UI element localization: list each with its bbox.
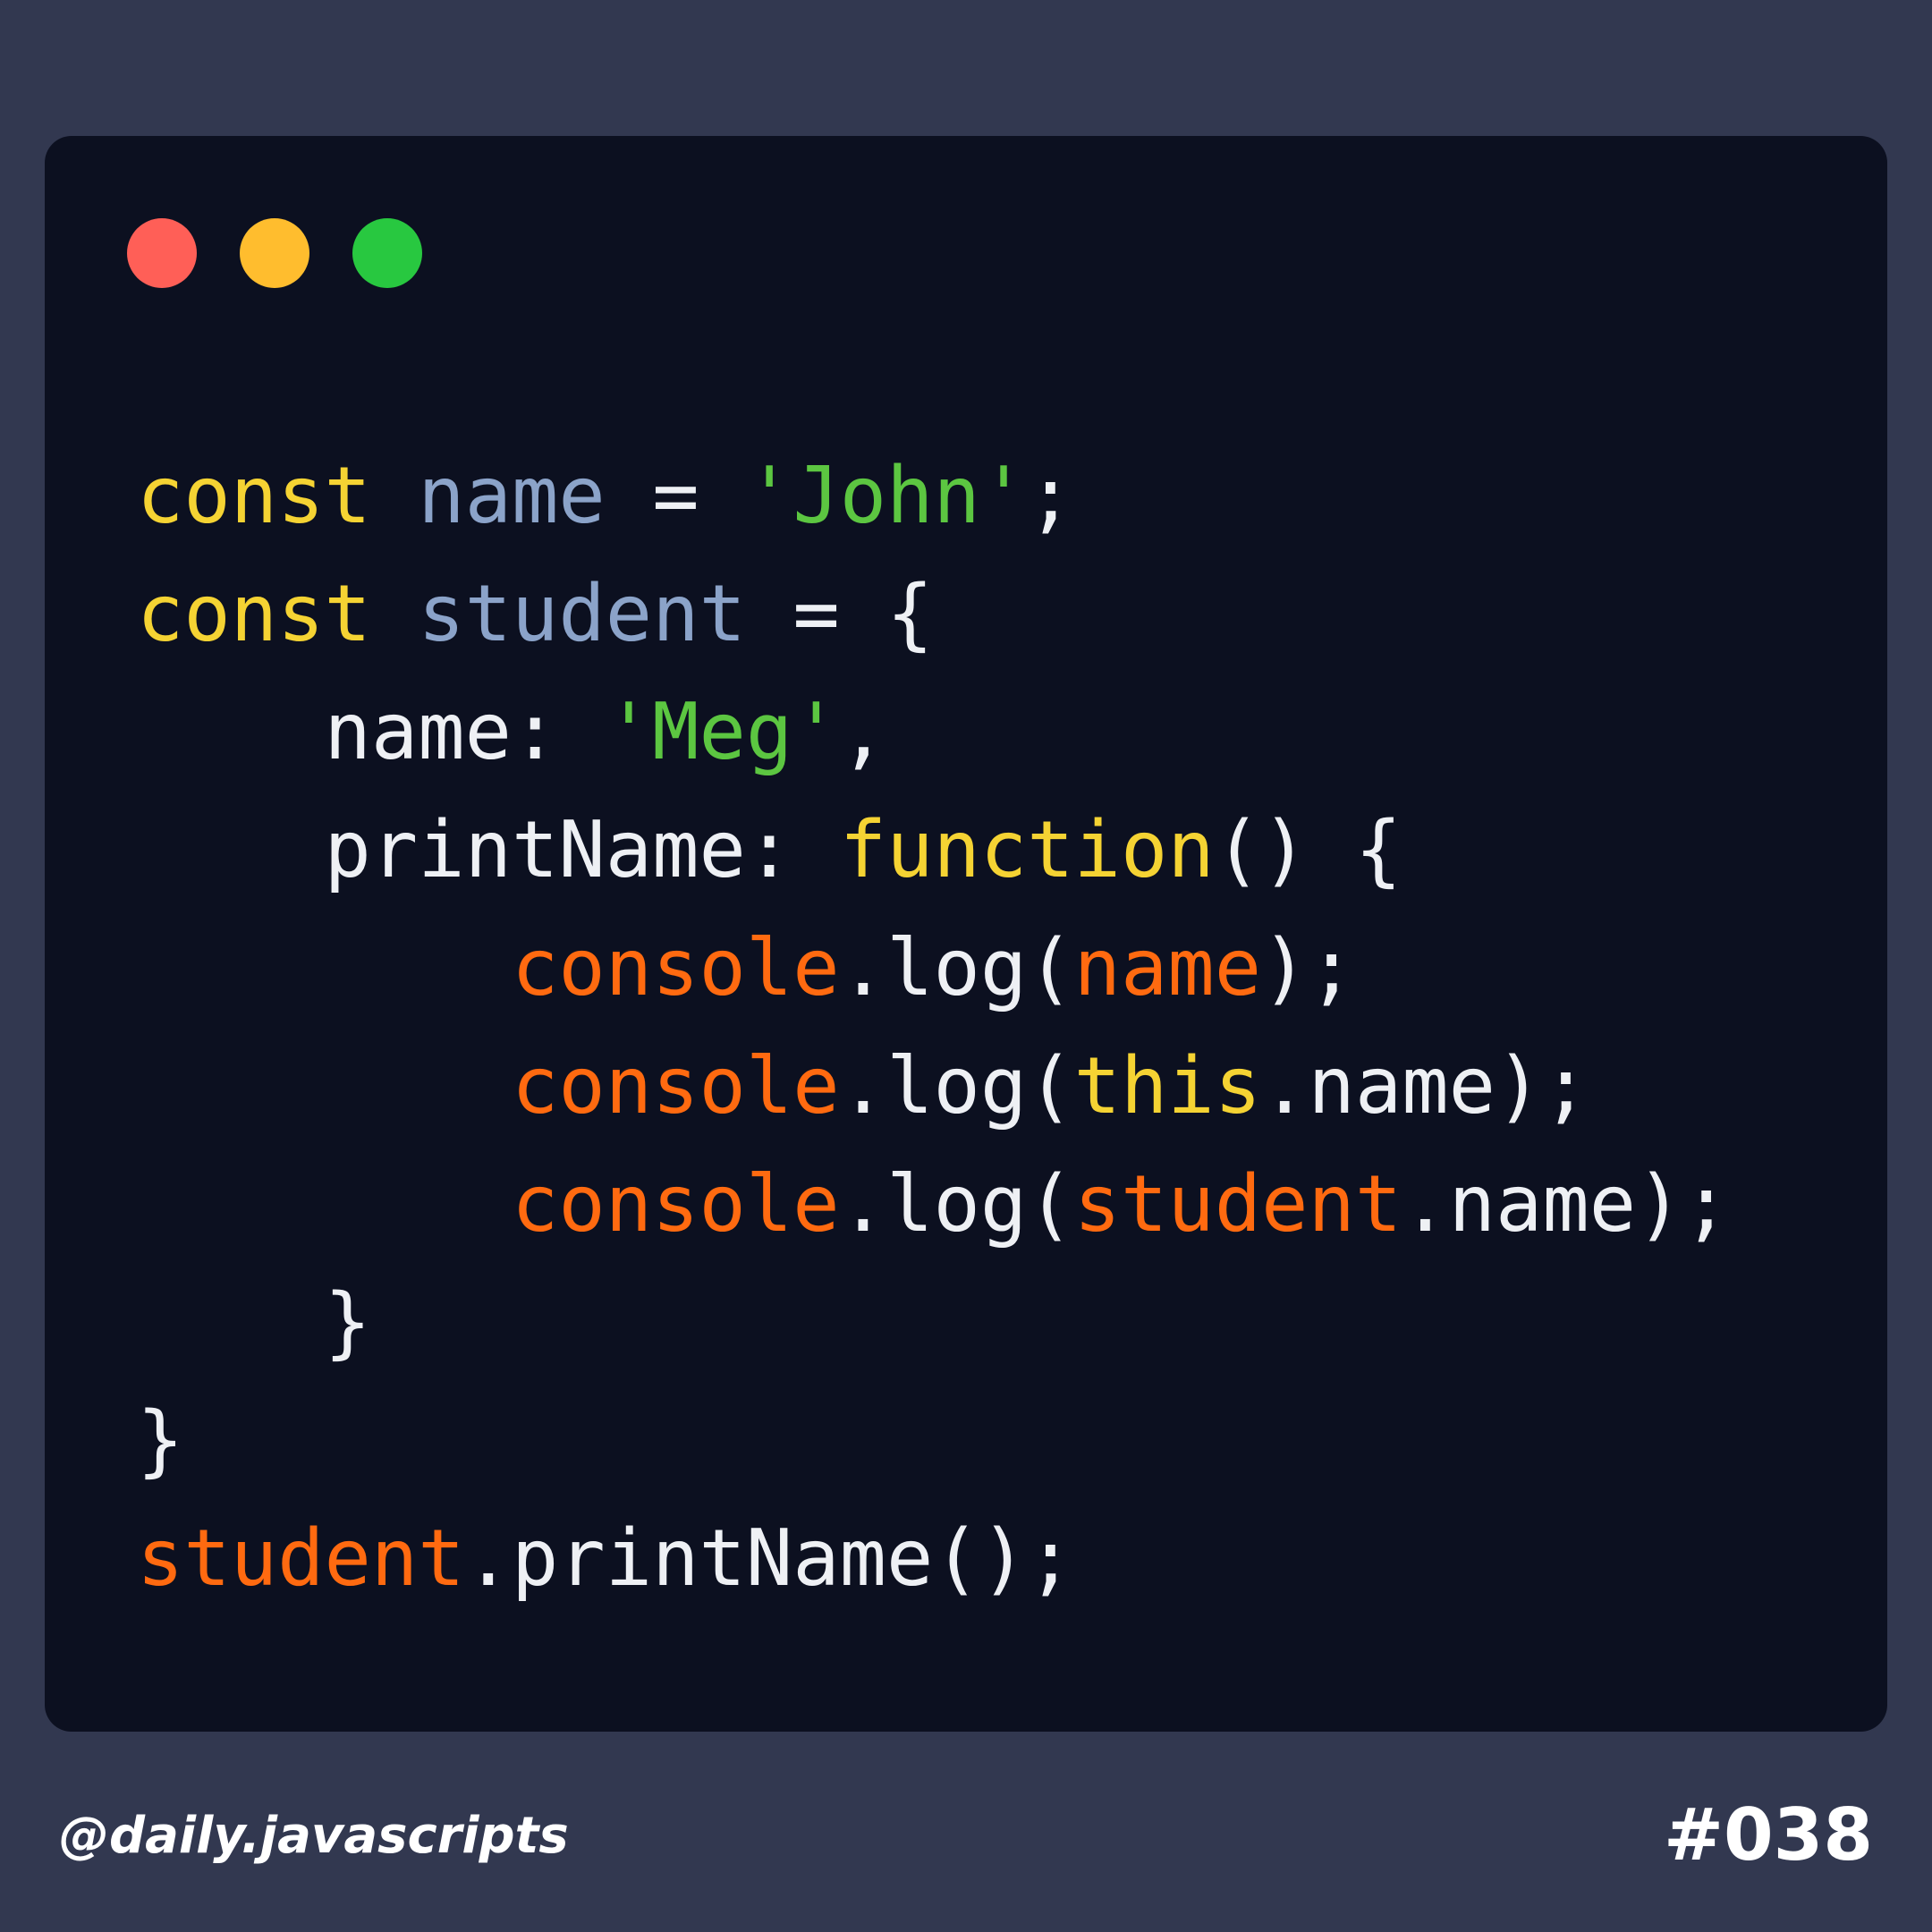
code-token: .log( <box>839 1158 1074 1250</box>
code-token: function <box>839 804 1215 895</box>
code-token: const <box>137 568 371 659</box>
code-token: , <box>839 686 887 777</box>
code-token: ); <box>1261 922 1355 1013</box>
code-token: } <box>137 1394 184 1486</box>
code-token: name <box>418 450 606 541</box>
code-token: .log( <box>839 922 1074 1013</box>
code-token: 'John' <box>745 450 1028 541</box>
code-token: this <box>1073 1040 1262 1131</box>
code-line: name: 'Meg', <box>137 673 1730 791</box>
code-token: const <box>137 450 371 541</box>
code-block: const name = 'John'; const student = { na… <box>137 436 1730 1617</box>
code-line: const name = 'John'; <box>137 436 1730 555</box>
code-token: student <box>137 1513 465 1604</box>
window-controls <box>127 218 422 288</box>
code-token: 'Meg' <box>605 686 840 777</box>
code-line: console.log(student.name); <box>137 1145 1730 1263</box>
code-token: name <box>1073 922 1262 1013</box>
code-token: () { <box>1214 804 1402 895</box>
code-token: } <box>137 1276 371 1368</box>
code-line: } <box>137 1381 1730 1499</box>
code-token: .printName(); <box>464 1513 1074 1604</box>
code-line: printName: function() { <box>137 791 1730 909</box>
maximize-dot-icon[interactable] <box>352 218 422 288</box>
code-token: ; <box>1027 450 1074 541</box>
code-line: console.log(name); <box>137 909 1730 1027</box>
code-line: student.printName(); <box>137 1499 1730 1617</box>
code-token: console <box>512 1040 840 1131</box>
code-token: .name); <box>1402 1158 1730 1250</box>
code-token: student <box>418 568 746 659</box>
code-line: console.log(this.name); <box>137 1027 1730 1145</box>
code-token: = <box>605 450 746 541</box>
code-token: console <box>512 922 840 1013</box>
code-line: const student = { <box>137 555 1730 673</box>
code-token: student <box>1073 1158 1402 1250</box>
author-handle: @daily.javascripts <box>59 1807 569 1865</box>
close-dot-icon[interactable] <box>127 218 197 288</box>
code-window: const name = 'John'; const student = { na… <box>45 136 1887 1732</box>
minimize-dot-icon[interactable] <box>240 218 309 288</box>
code-token: name: <box>137 686 606 777</box>
code-token: console <box>512 1158 840 1250</box>
code-token: .log( <box>839 1040 1074 1131</box>
code-token: .name); <box>1261 1040 1589 1131</box>
post-number: #038 <box>1663 1793 1873 1877</box>
code-token: = { <box>745 568 934 659</box>
code-token: printName: <box>137 804 840 895</box>
code-line: } <box>137 1263 1730 1381</box>
